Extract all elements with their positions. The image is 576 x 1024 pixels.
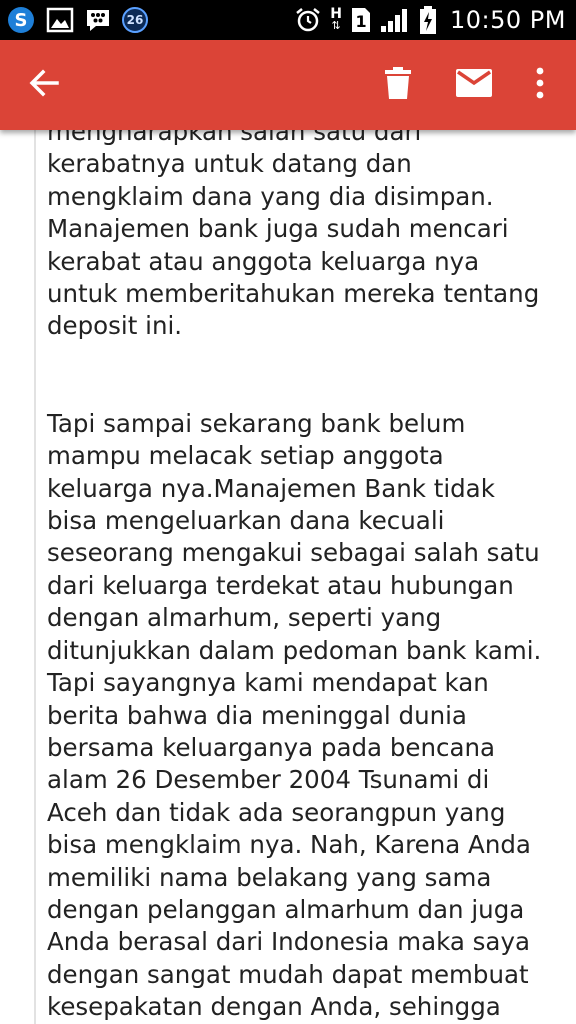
body-line: keluarga nya.Manajemen Bank tidak bbox=[47, 473, 495, 503]
body-line: dengan pelanggan almarhum dan juga bbox=[47, 894, 525, 924]
svg-text:S: S bbox=[15, 10, 28, 31]
body-line: seseorang mengakui sebagai salah satu bbox=[47, 538, 540, 568]
body-line: Aceh dan tidak ada seorangpun yang bbox=[47, 797, 506, 827]
email-body-text: mengharapkan salah satu dari kerabatnya u… bbox=[47, 116, 557, 1024]
body-line: dengan sangat mudah dapat membuat bbox=[47, 959, 529, 989]
body-line: bersama keluarganya pada bencana bbox=[47, 732, 496, 762]
back-arrow-icon bbox=[27, 66, 61, 104]
body-line: Anda berasal dari Indonesia maka saya bbox=[47, 927, 530, 957]
gallery-icon bbox=[46, 7, 74, 33]
battery-charging-icon bbox=[418, 5, 438, 35]
email-body-view[interactable]: mengharapkan salah satu dari kerabatnya u… bbox=[0, 110, 576, 1024]
more-options-button[interactable] bbox=[516, 40, 564, 130]
body-line: bisa mengklaim nya. Nah, Karena Anda bbox=[47, 830, 531, 860]
body-line: Tapi sampai sekarang bank belum bbox=[47, 408, 466, 438]
more-vert-icon bbox=[535, 67, 545, 103]
status-bar: S 26 H ⇅ 1 10:50 PM bbox=[0, 0, 576, 40]
notification-count-badge: 26 bbox=[122, 7, 148, 33]
mark-unread-button[interactable] bbox=[446, 40, 502, 130]
body-line: untuk memberitahukan mereka tentang bbox=[47, 279, 540, 309]
bbm-icon bbox=[84, 7, 112, 33]
back-button[interactable] bbox=[14, 40, 74, 130]
body-line: Manajemen bank juga sudah mencari bbox=[47, 214, 509, 244]
app-bar bbox=[0, 40, 576, 130]
body-line: berita bahwa dia meninggal dunia bbox=[47, 700, 467, 730]
body-line: dari keluarga terdekat atau hubungan bbox=[47, 570, 514, 600]
body-line: alam 26 Desember 2004 Tsunami di bbox=[47, 765, 490, 795]
mail-icon bbox=[456, 69, 492, 101]
alarm-icon bbox=[294, 6, 322, 34]
quote-divider bbox=[34, 110, 36, 1024]
body-line: kerabatnya untuk datang dan bbox=[47, 149, 412, 179]
body-line: kerabat atau anggota keluarga nya bbox=[47, 246, 480, 276]
status-time: 10:50 PM bbox=[450, 6, 566, 34]
body-line: mengklaim dana yang dia disimpan. bbox=[47, 181, 494, 211]
paragraph-1: mengharapkan salah satu dari kerabatnya u… bbox=[47, 116, 557, 343]
data-arrows-icon: ⇅ bbox=[331, 19, 341, 32]
body-line: bisa mengeluarkan dana kecuali bbox=[47, 506, 445, 536]
body-line: Tapi sayangnya kami mendapat kan bbox=[47, 668, 489, 698]
body-line: memiliki nama belakang yang sama bbox=[47, 862, 492, 892]
sim-icon: 1 bbox=[350, 6, 372, 34]
body-line: mampu melacak setiap anggota bbox=[47, 441, 444, 471]
body-line: kesepakatan dengan Anda, sehingga bbox=[47, 992, 501, 1022]
skype-icon: S bbox=[6, 5, 36, 35]
delete-button[interactable] bbox=[370, 40, 426, 130]
body-line: dengan almarhum, seperti yang bbox=[47, 603, 442, 633]
delete-icon bbox=[385, 67, 411, 103]
body-line: deposit ini. bbox=[47, 311, 183, 341]
signal-strength-icon bbox=[380, 7, 410, 33]
sim-slot-label: 1 bbox=[355, 11, 367, 31]
network-type-icon: H ⇅ bbox=[330, 7, 342, 32]
body-line: ditunjukkan dalam pedoman bank kami. bbox=[47, 635, 542, 665]
paragraph-2: Tapi sampai sekarang bank belum mampu mel… bbox=[47, 408, 557, 1024]
